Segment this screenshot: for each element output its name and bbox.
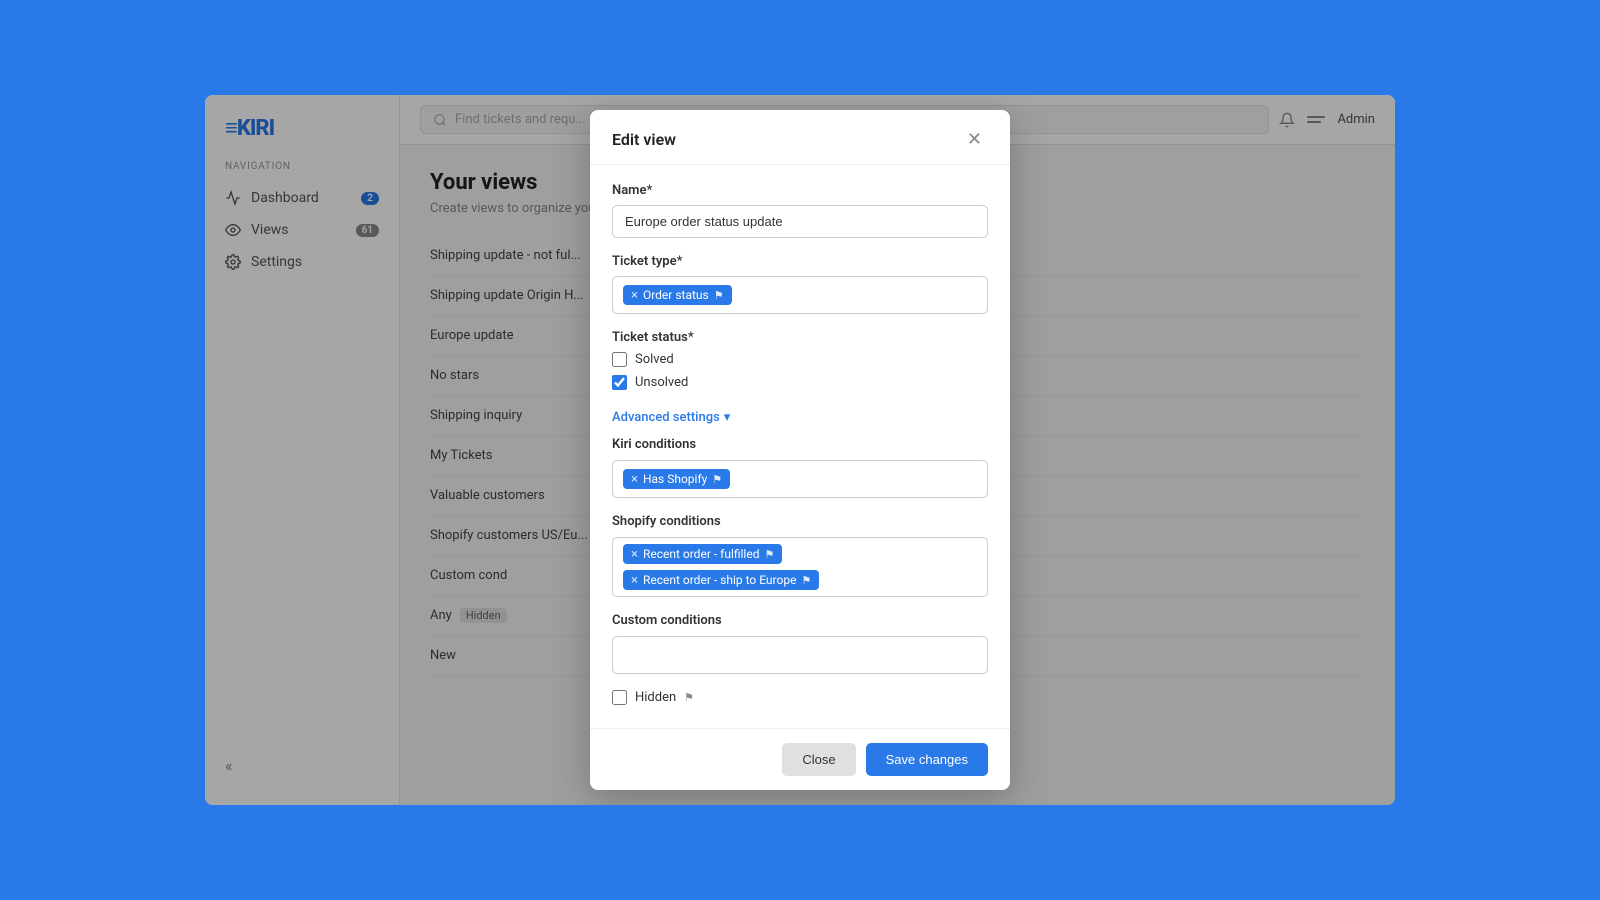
app-window: ≡KIRI NAVIGATION Dashboard 2 Views 61 Se… [205, 95, 1395, 805]
custom-conditions-label: Custom conditions [612, 613, 988, 628]
ticket-type-field-group: Ticket type* × Order status ⚑ [612, 254, 988, 314]
recent-order-europe-tag: × Recent order - ship to Europe ⚑ [623, 570, 819, 590]
order-status-tag: × Order status ⚑ [623, 285, 732, 305]
kiri-conditions-input[interactable]: × Has Shopify ⚑ [612, 460, 988, 498]
name-input[interactable] [612, 205, 988, 238]
hidden-info-icon: ⚑ [684, 691, 694, 704]
modal-overlay: Edit view ✕ Name* Ticket type* [400, 95, 1395, 805]
tag-remove-button[interactable]: × [631, 289, 638, 302]
chevron-down-icon: ▾ [724, 410, 731, 425]
save-button[interactable]: Save changes [866, 743, 988, 776]
tag-remove-button[interactable]: × [631, 548, 638, 561]
ticket-type-label: Ticket type* [612, 254, 988, 269]
close-icon[interactable]: ✕ [961, 128, 988, 150]
kiri-conditions-field-group: Kiri conditions × Has Shopify ⚑ [612, 437, 988, 498]
solved-checkbox[interactable] [612, 352, 627, 367]
tag-icon: ⚑ [801, 574, 811, 587]
tag-icon: ⚑ [764, 548, 774, 561]
name-field-group: Name* [612, 183, 988, 238]
ticket-status-checkboxes: Solved Unsolved [612, 352, 988, 390]
hidden-label: Hidden [635, 690, 676, 705]
shopify-conditions-input[interactable]: × Recent order - fulfilled ⚑ × Recent or… [612, 537, 988, 597]
custom-conditions-input[interactable] [612, 636, 988, 674]
modal-body: Name* Ticket type* × Order status ⚑ [590, 165, 1010, 728]
custom-conditions-field-group: Custom conditions [612, 613, 988, 674]
ticket-status-label: Ticket status* [612, 330, 988, 345]
has-shopify-tag: × Has Shopify ⚑ [623, 469, 730, 489]
ticket-type-input[interactable]: × Order status ⚑ [612, 276, 988, 314]
tag-remove-button[interactable]: × [631, 473, 638, 486]
hidden-field-group: Hidden ⚑ [612, 690, 988, 705]
close-button[interactable]: Close [782, 743, 855, 776]
edit-view-modal: Edit view ✕ Name* Ticket type* [590, 110, 1010, 790]
kiri-conditions-label: Kiri conditions [612, 437, 988, 452]
modal-footer: Close Save changes [590, 728, 1010, 790]
hidden-checkbox-row[interactable]: Hidden ⚑ [612, 690, 988, 705]
main-content: Find tickets and requ... Admin Your view… [400, 95, 1395, 805]
advanced-settings-label: Advanced settings [612, 410, 720, 425]
modal-header: Edit view ✕ [590, 110, 1010, 165]
unsolved-checkbox-row[interactable]: Unsolved [612, 375, 988, 390]
hidden-checkbox[interactable] [612, 690, 627, 705]
name-label: Name* [612, 183, 988, 198]
tag-icon: ⚑ [714, 289, 724, 302]
shopify-conditions-field-group: Shopify conditions × Recent order - fulf… [612, 514, 988, 597]
solved-checkbox-row[interactable]: Solved [612, 352, 988, 367]
tag-remove-button[interactable]: × [631, 574, 638, 587]
tag-icon: ⚑ [712, 473, 722, 486]
shopify-conditions-label: Shopify conditions [612, 514, 988, 529]
solved-label: Solved [635, 352, 674, 367]
unsolved-label: Unsolved [635, 375, 688, 390]
modal-title: Edit view [612, 130, 676, 149]
recent-order-fulfilled-tag: × Recent order - fulfilled ⚑ [623, 544, 782, 564]
ticket-status-field-group: Ticket status* Solved Unsolved [612, 330, 988, 390]
advanced-settings-toggle[interactable]: Advanced settings ▾ [612, 410, 730, 425]
unsolved-checkbox[interactable] [612, 375, 627, 390]
